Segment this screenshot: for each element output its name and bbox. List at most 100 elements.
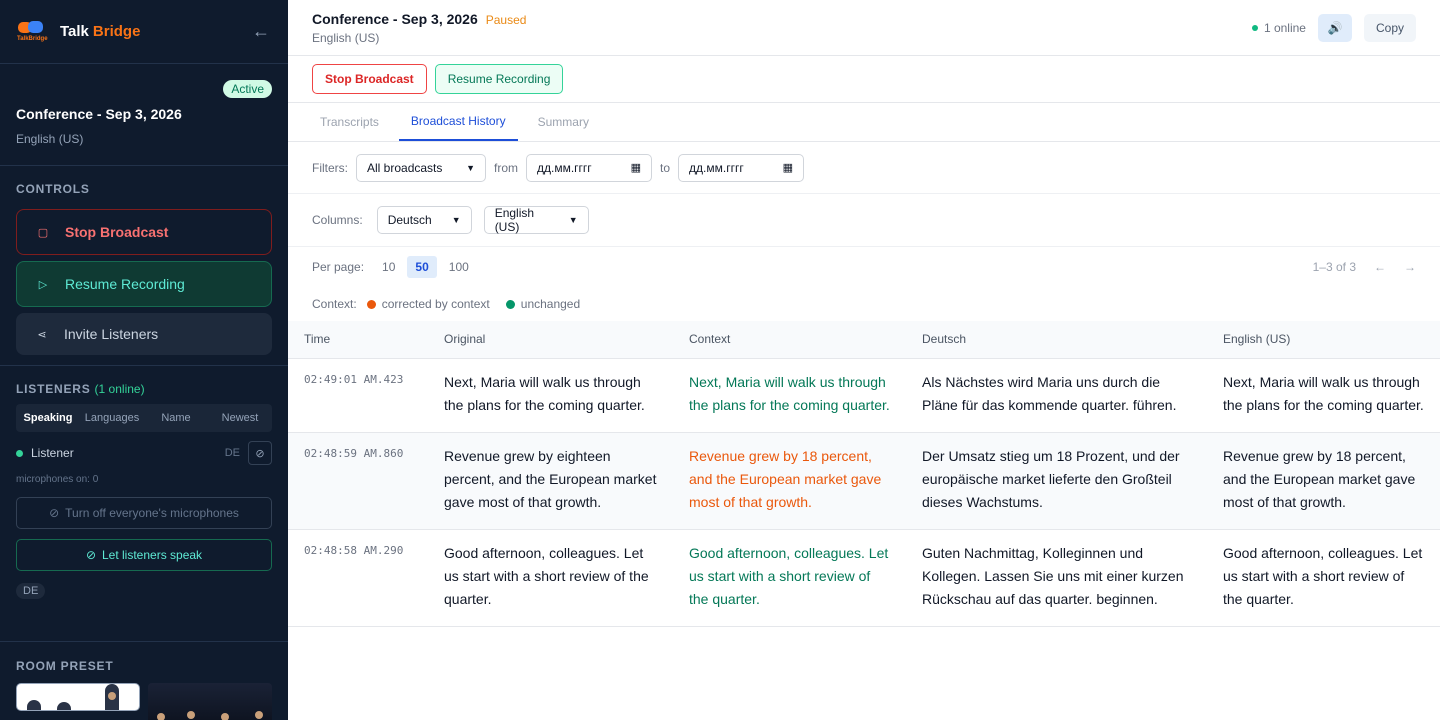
sidebar-stop-broadcast-button[interactable]: ▢ Stop Broadcast — [16, 209, 272, 255]
microphones-count: microphones on: 0 — [16, 474, 99, 485]
table-row: 02:48:59 AM.860 Revenue grew by eighteen… — [288, 432, 1440, 530]
cell-original: Next, Maria will walk us through the pla… — [428, 358, 673, 433]
listener-sort-tabs: Speaking Languages Name Newest — [16, 404, 272, 432]
from-label: from — [494, 160, 518, 175]
tab-broadcast-history[interactable]: Broadcast History — [398, 103, 518, 141]
cell-english: Next, Maria will walk us through the pla… — [1207, 358, 1440, 433]
per-page-50[interactable]: 50 — [407, 256, 437, 278]
tab-summary[interactable]: Summary — [526, 103, 601, 141]
to-label: to — [660, 160, 671, 175]
mic-icon: ⊘ — [85, 548, 96, 562]
from-date-input[interactable]: дд.мм.гггг ▦ — [526, 153, 652, 182]
listener-tab-newest[interactable]: Newest — [208, 412, 272, 424]
cell-english: Good afternoon, colleagues. Let us start… — [1207, 529, 1440, 627]
cell-time: 02:48:59 AM.860 — [288, 432, 428, 530]
page-title: Conference - Sep 3, 2026 Paused — [312, 10, 527, 27]
listener-tab-name[interactable]: Name — [144, 412, 208, 424]
per-page-label: Per page: — [312, 260, 365, 274]
legend-unchanged: unchanged — [505, 297, 580, 311]
table-row: 02:49:01 AM.423 Next, Maria will walk us… — [288, 358, 1440, 433]
resume-recording-button[interactable]: Resume Recording — [434, 64, 564, 94]
copy-button[interactable]: Copy — [1363, 13, 1416, 42]
main-header: Conference - Sep 3, 2026 Paused English (… — [288, 0, 1440, 56]
talkbridge-logo: TalkBridge — [17, 19, 48, 45]
cell-original: Good afternoon, colleagues. Let us start… — [428, 529, 673, 627]
speaker-icon[interactable]: 🔊 — [1317, 13, 1352, 42]
legend-corrected: corrected by context — [366, 297, 490, 311]
per-page-10[interactable]: 10 — [374, 256, 403, 278]
table-row: 02:48:58 AM.290 Good afternoon, colleagu… — [288, 529, 1440, 627]
filters-label: Filters: — [312, 160, 348, 175]
listener-tab-languages[interactable]: Languages — [80, 412, 144, 424]
table-header-row: Time Original Context Deutsch English (U… — [288, 321, 1440, 359]
sidebar: TalkBridge Talk Bridge ← Active Conferenc… — [0, 0, 288, 720]
columns-row: Columns: Deutsch ▼ English (US) ▼ — [288, 194, 1440, 247]
listeners-heading: LISTENERS (1 online) — [16, 382, 145, 396]
broadcast-filter-select[interactable]: All broadcasts ▼ — [356, 153, 486, 182]
brand-name: Talk Bridge — [60, 23, 141, 40]
let-listeners-speak-button[interactable]: ⊘ Let listeners speak — [16, 539, 272, 571]
broadcast-history-table: Time Original Context Deutsch English (U… — [288, 321, 1440, 627]
online-count: 1 online — [1251, 21, 1306, 35]
collapse-arrow-icon[interactable]: ← — [252, 21, 270, 42]
share-icon: ⋖ — [37, 328, 47, 341]
language-chip[interactable]: DE — [16, 583, 46, 599]
chevron-down-icon: ▼ — [466, 162, 475, 173]
sidebar-header: TalkBridge Talk Bridge ← — [0, 0, 288, 64]
chevron-down-icon: ▼ — [568, 215, 578, 225]
room-preset-heading: ROOM PRESET — [16, 659, 114, 673]
cell-deutsch: Guten Nachmittag, Kolleginnen und Kolleg… — [906, 529, 1207, 627]
controls-section: CONTROLS ▢ Stop Broadcast ▷ Resume Recor… — [0, 182, 288, 355]
mic-off-icon: ⊘ — [49, 506, 60, 520]
calendar-icon: ▦ — [630, 162, 641, 174]
prev-page-icon[interactable]: ← — [1374, 260, 1386, 274]
action-bar: Stop Broadcast Resume Recording — [288, 56, 1440, 103]
calendar-icon: ▦ — [782, 162, 794, 174]
cell-original: Revenue grew by eighteen percent, and th… — [428, 432, 673, 530]
sidebar-resume-recording-button[interactable]: ▷ Resume Recording — [16, 261, 272, 307]
cell-context: Revenue grew by 18 percent, and the Euro… — [673, 432, 906, 530]
col-header-original: Original — [428, 321, 673, 359]
col-header-context: Context — [673, 321, 906, 359]
conference-language: English (US) — [16, 132, 84, 146]
room-preset-stage[interactable] — [16, 683, 140, 711]
play-icon: ▷ — [38, 278, 48, 291]
paging-row: Per page: 10 50 100 1–3 of 3 ← → — [288, 247, 1440, 287]
stop-broadcast-button[interactable]: Stop Broadcast — [312, 64, 427, 94]
chevron-down-icon: ▼ — [451, 215, 461, 225]
online-dot — [16, 449, 23, 457]
turn-off-mics-button[interactable]: ⊘ Turn off everyone's microphones — [16, 497, 272, 529]
col-header-deutsch: Deutsch — [906, 321, 1207, 359]
context-legend: Context: corrected by context unchanged — [288, 287, 1440, 321]
to-date-input[interactable]: дд.мм.гггг ▦ — [678, 153, 805, 182]
controls-heading: CONTROLS — [16, 182, 90, 196]
cell-english: Revenue grew by 18 percent, and the Euro… — [1207, 432, 1440, 530]
filters-row: Filters: All broadcasts ▼ from дд.мм.гггг… — [288, 142, 1440, 194]
per-page-100[interactable]: 100 — [441, 256, 477, 278]
col-header-english: English (US) — [1207, 321, 1440, 359]
tab-transcripts[interactable]: Transcripts — [308, 103, 391, 141]
page-range: 1–3 of 3 — [1312, 260, 1356, 274]
listener-tab-speaking[interactable]: Speaking — [16, 412, 80, 424]
room-preset-panel[interactable] — [148, 683, 272, 720]
paused-status: Paused — [485, 12, 527, 27]
next-page-icon[interactable]: → — [1404, 260, 1416, 274]
listeners-section: LISTENERS (1 online) Speaking Languages N… — [0, 365, 288, 599]
page-language: English (US) — [312, 30, 380, 45]
main-panel: Conference - Sep 3, 2026 Paused English (… — [288, 0, 1440, 720]
listener-row: Listener DE ⊘ — [16, 440, 272, 466]
status-badge: Active — [223, 80, 272, 98]
mic-off-icon[interactable]: ⊘ — [248, 441, 272, 465]
listener-name: Listener — [31, 446, 74, 460]
invite-listeners-button[interactable]: ⋖ Invite Listeners — [16, 313, 272, 355]
cell-time: 02:49:01 AM.423 — [288, 358, 428, 433]
cell-context: Next, Maria will walk us through the pla… — [673, 358, 906, 433]
context-label: Context: — [312, 297, 357, 311]
cell-deutsch: Als Nächstes wird Maria uns durch die Pl… — [906, 358, 1207, 433]
column1-language-select[interactable]: Deutsch ▼ — [376, 206, 472, 234]
stop-square-icon: ▢ — [37, 226, 49, 239]
column2-language-select[interactable]: English (US) ▼ — [483, 206, 589, 234]
cell-deutsch: Der Umsatz stieg um 18 Prozent, und der … — [906, 432, 1207, 530]
cell-time: 02:48:58 AM.290 — [288, 529, 428, 627]
main-tabs: Transcripts Broadcast History Summary — [288, 103, 1440, 142]
